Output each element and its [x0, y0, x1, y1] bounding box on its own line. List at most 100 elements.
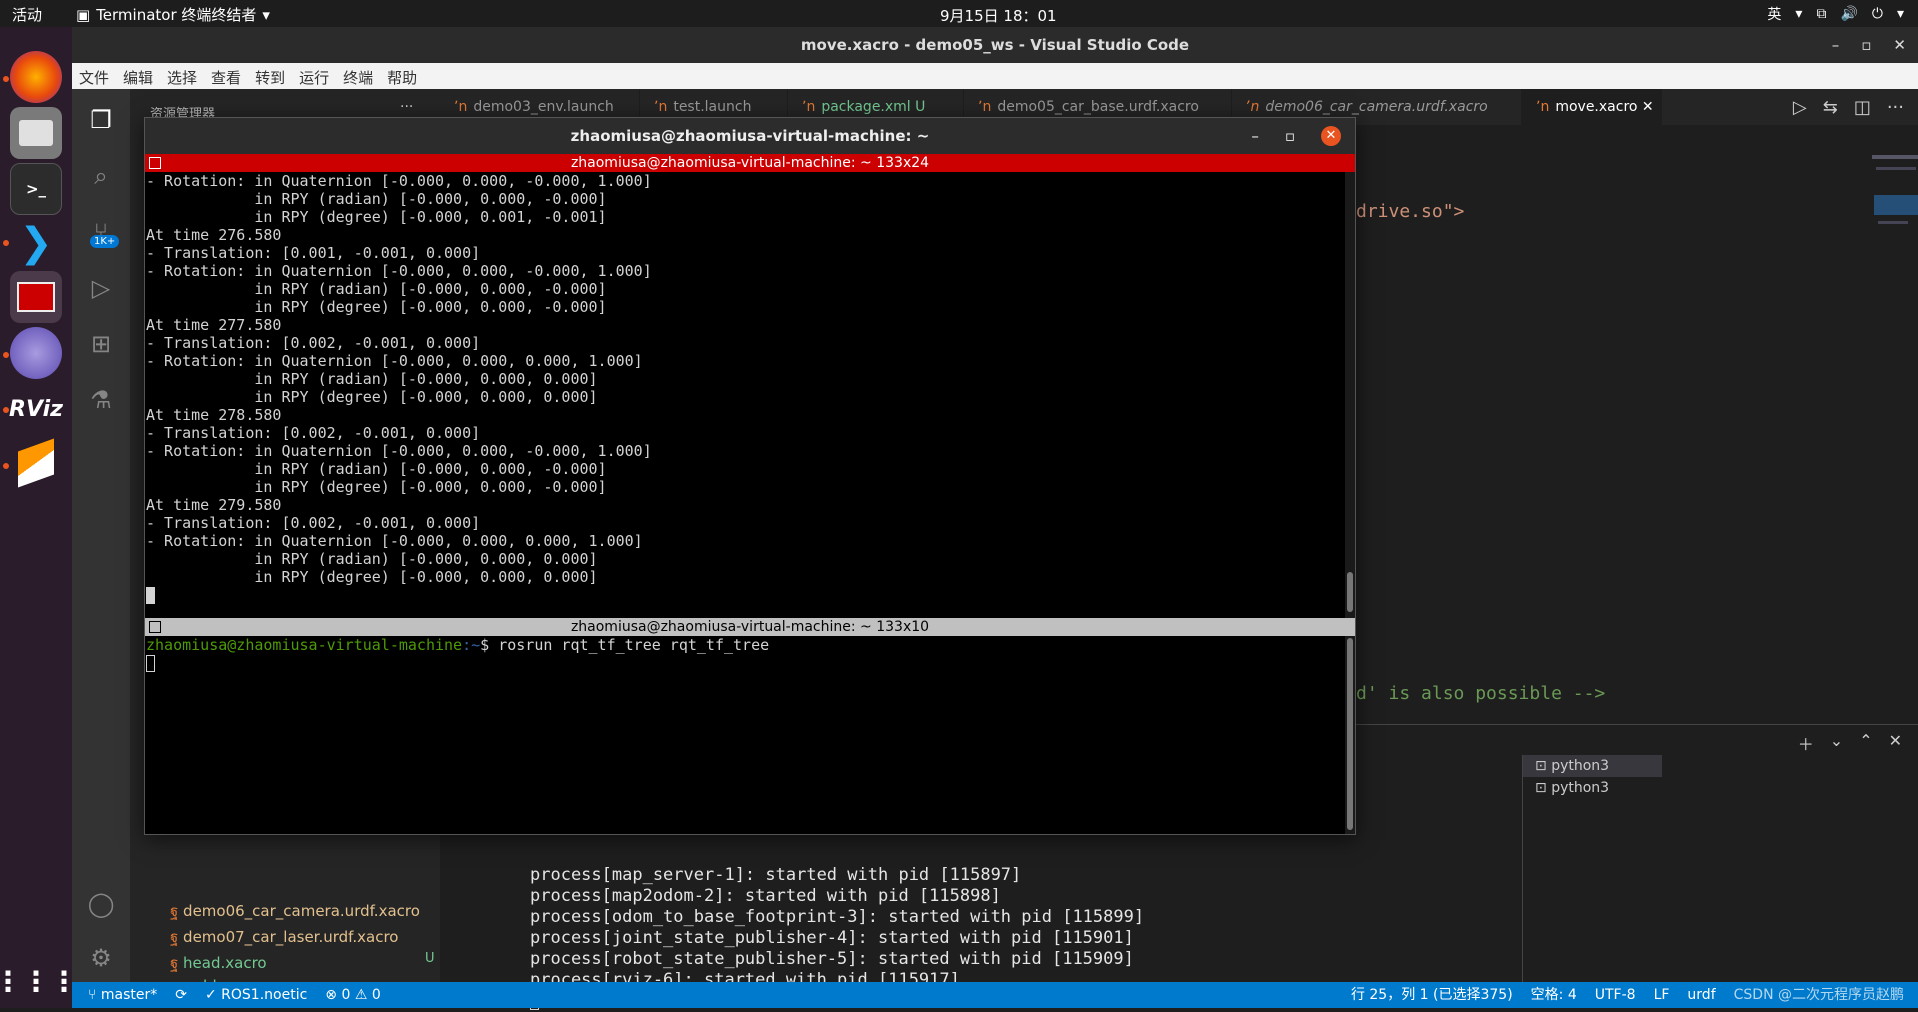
- terminator-window: zhaomiusa@zhaomiusa-virtual-machine: ~ –…: [144, 117, 1356, 835]
- editor-minimap[interactable]: [1872, 155, 1918, 245]
- input-method-indicator[interactable]: 英: [1767, 4, 1781, 24]
- search-icon[interactable]: ⌕: [84, 159, 118, 193]
- run-debug-icon[interactable]: ▷: [84, 271, 118, 305]
- end-of-line[interactable]: LF: [1654, 982, 1670, 1008]
- indentation[interactable]: 空格: 4: [1531, 982, 1577, 1008]
- language-mode[interactable]: urdf: [1687, 982, 1715, 1008]
- app-grid-icon[interactable]: ⋮⋮⋮: [0, 955, 78, 1007]
- terminal-pane-top[interactable]: - Rotation: in Quaternion [-0.000, 0.000…: [145, 172, 1345, 618]
- activities-button[interactable]: 活动: [12, 4, 42, 25]
- power-icon[interactable]: ⏻: [1872, 6, 1883, 22]
- clock[interactable]: 9月15日 18：01: [940, 5, 1057, 26]
- prompt-user: zhaomiusa@zhaomiusa-virtual-machine: [146, 636, 463, 654]
- close-panel-icon[interactable]: ✕: [1889, 731, 1902, 755]
- editor-comment-fragment[interactable]: d' is also possible -->: [1356, 683, 1605, 704]
- gnome-icon[interactable]: [10, 327, 62, 379]
- run-icon[interactable]: ▷: [1793, 97, 1807, 118]
- terminal-tab[interactable]: ⊡ python3: [1523, 777, 1662, 799]
- menu-view[interactable]: 查看: [204, 63, 248, 89]
- chevron-down-icon[interactable]: ⌄: [1830, 731, 1843, 755]
- chevron-down-icon: ▾: [1896, 6, 1904, 22]
- terminator-title-bar: zhaomiusa@zhaomiusa-virtual-machine: ~ –…: [145, 118, 1355, 154]
- network-icon[interactable]: ⧉: [1816, 6, 1826, 22]
- app-menu[interactable]: ▣ Terminator 终端终结者 ▾: [76, 4, 270, 25]
- pane-group-icon[interactable]: [149, 621, 161, 633]
- testing-icon[interactable]: ⚗: [84, 383, 118, 417]
- volume-icon[interactable]: 🔊: [1840, 6, 1857, 22]
- terminal-tab[interactable]: ⊡ python3: [1523, 755, 1662, 777]
- menu-edit[interactable]: 编辑: [116, 63, 160, 89]
- cursor-position[interactable]: 行 25，列 1 (已选择375): [1351, 982, 1513, 1008]
- rviz-icon[interactable]: RViz: [9, 383, 63, 435]
- file-icon: ฐ: [170, 954, 184, 972]
- firefox-icon[interactable]: [10, 51, 62, 103]
- menu-go[interactable]: 转到: [248, 63, 292, 89]
- account-icon[interactable]: ◯: [84, 887, 118, 921]
- split-editor-icon[interactable]: ◫: [1854, 97, 1871, 118]
- sync-icon[interactable]: ⟳: [175, 982, 187, 1008]
- minimize-icon[interactable]: –: [1832, 27, 1840, 63]
- compare-icon[interactable]: ⇆: [1823, 97, 1838, 118]
- terminal-icon: ⊡: [1535, 758, 1552, 774]
- close-tab-icon[interactable]: ✕: [1642, 99, 1654, 115]
- maximize-icon[interactable]: ▫: [1285, 118, 1295, 154]
- scrollbar[interactable]: [1345, 636, 1355, 834]
- running-indicator: [3, 240, 9, 246]
- terminal-icon[interactable]: >_: [10, 163, 62, 215]
- terminal-pane-bottom[interactable]: zhaomiusa@zhaomiusa-virtual-machine:~$ r…: [145, 636, 1345, 834]
- minimize-icon[interactable]: –: [1251, 118, 1259, 154]
- window-title: zhaomiusa@zhaomiusa-virtual-machine: ~: [570, 127, 930, 145]
- check-icon: ✓: [204, 987, 222, 1003]
- scrollbar[interactable]: [1345, 172, 1355, 618]
- menu-file[interactable]: 文件: [72, 63, 116, 89]
- encoding[interactable]: UTF-8: [1595, 982, 1636, 1008]
- ros-status[interactable]: ✓ ROS1.noetic: [205, 982, 307, 1008]
- terminal-cursor: [146, 587, 155, 604]
- tree-item-demo07[interactable]: ฐ demo07_car_laser.urdf.xacro: [170, 925, 398, 949]
- terminal-line: process[map_server-1]: started with pid …: [530, 865, 1022, 885]
- tree-item-head[interactable]: ฐ head.xacro U: [170, 951, 435, 975]
- scrollbar-thumb[interactable]: [1347, 638, 1353, 830]
- menu-selection[interactable]: 选择: [160, 63, 204, 89]
- system-tray[interactable]: 英 ▾ ⧉ 🔊 ⏻ ▾: [1767, 4, 1904, 24]
- sublime-icon[interactable]: [10, 437, 62, 489]
- close-icon[interactable]: ✕: [1321, 126, 1341, 146]
- menu-terminal[interactable]: 终端: [336, 63, 380, 89]
- new-terminal-icon[interactable]: ＋: [1798, 731, 1814, 755]
- pane-title-bar[interactable]: zhaomiusa@zhaomiusa-virtual-machine: ~ 1…: [145, 618, 1355, 636]
- terminal-line: in RPY (degree) [-0.000, 0.000, 0.000]: [146, 388, 598, 406]
- extensions-icon[interactable]: ⊞: [84, 327, 118, 361]
- rss-file-icon: ʼn: [654, 99, 668, 115]
- git-branch[interactable]: ⑂ master*: [88, 982, 157, 1008]
- more-actions-icon[interactable]: ···: [400, 99, 413, 115]
- maximize-icon[interactable]: ▫: [1861, 27, 1871, 63]
- tab-move-xacro[interactable]: ʼn move.xacro ✕: [1522, 89, 1662, 125]
- pane-title-bar-active[interactable]: zhaomiusa@zhaomiusa-virtual-machine: ~ 1…: [145, 154, 1355, 172]
- rss-file-icon: ʼn: [802, 99, 816, 115]
- tree-item-demo06[interactable]: ฐ demo06_car_camera.urdf.xacro: [170, 899, 420, 923]
- chevron-down-icon: ▾: [262, 5, 270, 24]
- files-icon[interactable]: [10, 107, 62, 159]
- terminal-line: in RPY (degree) [-0.000, 0.000, 0.000]: [146, 568, 598, 586]
- explorer-icon[interactable]: ❐: [84, 103, 118, 137]
- chevron-down-icon: ▾: [1795, 6, 1803, 22]
- window-title: move.xacro - demo05_ws - Visual Studio C…: [800, 36, 1190, 54]
- close-icon[interactable]: ✕: [1893, 27, 1906, 63]
- terminator-icon[interactable]: [10, 271, 62, 323]
- rss-file-icon: ʼn: [454, 99, 468, 115]
- settings-gear-icon[interactable]: ⚙: [84, 941, 118, 975]
- maximize-panel-icon[interactable]: ⌃: [1859, 731, 1872, 755]
- more-actions-icon[interactable]: ···: [1887, 97, 1904, 118]
- scrollbar-thumb[interactable]: [1347, 572, 1353, 612]
- running-indicator: [3, 76, 9, 82]
- warning-icon: ⚠: [354, 987, 372, 1003]
- terminal-line: process[odom_to_base_footprint-3]: start…: [530, 907, 1145, 927]
- pane-group-icon[interactable]: [149, 157, 161, 169]
- terminal-line: in RPY (degree) [-0.000, 0.000, -0.000]: [146, 478, 607, 496]
- terminal-line: - Translation: [0.002, -0.001, 0.000]: [146, 424, 481, 442]
- editor-code-fragment[interactable]: drive.so">: [1356, 201, 1464, 222]
- problems-indicator[interactable]: ⊗ 0 ⚠ 0: [325, 982, 381, 1008]
- menu-help[interactable]: 帮助: [380, 63, 424, 89]
- vscode-icon[interactable]: ❯: [10, 217, 62, 269]
- menu-run[interactable]: 运行: [292, 63, 336, 89]
